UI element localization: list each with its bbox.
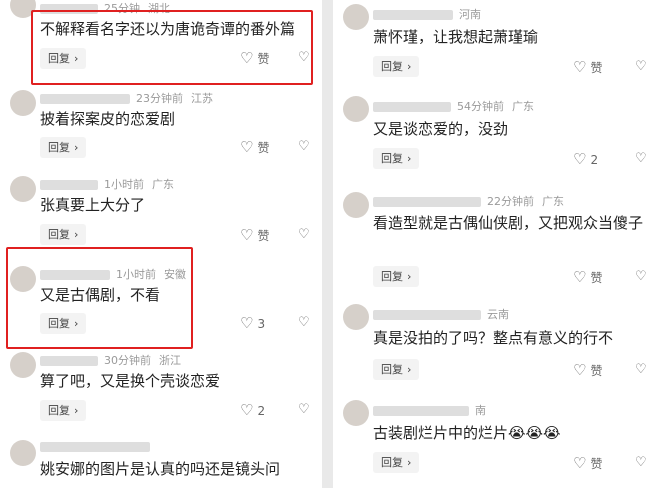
comment-meta: 云南 — [373, 306, 509, 321]
dislike-icon[interactable]: ♡ — [298, 402, 310, 418]
highlight-box — [31, 10, 313, 85]
comment-item: 河南 萧怀瑾，让我想起萧瑾瑜 回复 › ♡ 赞 ♡ — [333, 0, 660, 86]
reply-button[interactable]: 回复 › — [373, 148, 420, 169]
reply-button[interactable]: 回复 › — [40, 400, 87, 421]
heart-icon: ♡ — [573, 150, 587, 168]
avatar[interactable] — [10, 440, 36, 466]
comment-text: 萧怀瑾，让我想起萧瑾瑜 — [373, 28, 539, 46]
heart-icon: ♡ — [240, 226, 254, 244]
avatar[interactable] — [10, 176, 36, 202]
dislike-icon[interactable]: ♡ — [635, 362, 647, 378]
comment-item: 22分钟前 广东 看造型就是古偶仙侠剧，又把观众当傻子 回复 › ♡ 赞 ♡ — [333, 188, 660, 294]
heart-icon: ♡ — [240, 138, 254, 156]
dislike-icon[interactable]: ♡ — [635, 269, 647, 285]
reply-button[interactable]: 回复 › — [373, 452, 420, 473]
reply-button[interactable]: 回复 › — [40, 137, 87, 158]
heart-icon: ♡ — [573, 454, 587, 472]
comment-text: 真是没拍的了吗？整点有意义的行不 — [373, 329, 614, 347]
dislike-icon[interactable]: ♡ — [635, 455, 647, 471]
like-button[interactable]: ♡ 赞 — [240, 139, 269, 156]
reply-button[interactable]: 回复 › — [373, 359, 420, 380]
reply-button[interactable]: 回复 › — [373, 56, 420, 77]
avatar[interactable] — [10, 90, 36, 116]
dislike-icon[interactable]: ♡ — [298, 139, 310, 155]
like-button[interactable]: ♡ 赞 — [573, 362, 602, 379]
comment-item: 23分钟前 江苏 披着探案皮的恋爱剧 回复 › ♡ 赞 ♡ — [0, 86, 322, 168]
comment-item: 南 古装剧烂片中的烂片😭😭😭 回复 › ♡ 赞 ♡ — [333, 398, 660, 488]
comment-meta: 河南 — [373, 6, 481, 21]
reply-button[interactable]: 回复 › — [373, 266, 420, 287]
dislike-icon[interactable]: ♡ — [298, 227, 310, 243]
like-button[interactable]: ♡ 赞 — [573, 455, 602, 472]
comment-meta: 23分钟前 江苏 — [40, 90, 213, 105]
heart-icon: ♡ — [573, 58, 587, 76]
comment-text: 看造型就是古偶仙侠剧，又把观众当傻子 — [373, 214, 644, 232]
comment-item: 30分钟前 浙江 算了吧，又是换个壳谈恋爱 回复 › ♡ 2 ♡ — [0, 350, 322, 432]
reply-button[interactable]: 回复 › — [40, 224, 87, 245]
avatar[interactable] — [10, 352, 36, 378]
dislike-icon[interactable]: ♡ — [635, 59, 647, 75]
left-comment-column: 25分钟 湖北 不解释看名字还以为唐诡奇谭的番外篇 回复 › ♡ 赞 ♡ 23分钟前江… — [0, 0, 322, 488]
like-button[interactable]: ♡ 3 — [240, 315, 265, 332]
comment-meta: 54分钟前 广东 — [373, 98, 534, 113]
avatar[interactable] — [343, 400, 369, 426]
comment-meta: 南 — [373, 402, 486, 417]
comment-meta — [40, 440, 156, 454]
comment-item: 姚安娜的图片是认真的吗还是镜头问 — [0, 436, 322, 488]
like-button[interactable]: ♡ 2 — [240, 402, 265, 419]
avatar[interactable] — [343, 192, 369, 218]
comment-text: 姚安娜的图片是认真的吗还是镜头问 — [40, 460, 281, 478]
comment-meta: 30分钟前 浙江 — [40, 352, 181, 367]
comment-item: 1小时前 广东 张真要上大分了 回复 › ♡ 赞 ♡ — [0, 172, 322, 252]
avatar[interactable] — [343, 304, 369, 330]
avatar[interactable] — [343, 96, 369, 122]
comment-text: 张真要上大分了 — [40, 196, 146, 214]
column-divider — [322, 0, 333, 488]
heart-icon: ♡ — [573, 268, 587, 286]
heart-icon: ♡ — [240, 314, 254, 332]
comment-text: 古装剧烂片中的烂片😭😭😭 — [373, 424, 561, 442]
like-button[interactable]: ♡ 赞 — [573, 59, 602, 76]
highlight-box — [6, 247, 193, 349]
dislike-icon[interactable]: ♡ — [635, 151, 647, 167]
comment-item: 云南 真是没拍的了吗？整点有意义的行不 回复 › ♡ 赞 ♡ — [333, 302, 660, 390]
dislike-icon[interactable]: ♡ — [298, 315, 310, 331]
heart-icon: ♡ — [573, 361, 587, 379]
heart-icon: ♡ — [240, 401, 254, 419]
comment-text: 算了吧，又是换个壳谈恋爱 — [40, 372, 221, 390]
comment-item: 54分钟前 广东 又是谈恋爱的，没劲 回复 › ♡ 2 ♡ — [333, 92, 660, 182]
right-comment-column: 河南 萧怀瑾，让我想起萧瑾瑜 回复 › ♡ 赞 ♡ 54分钟前 广东 又是谈恋爱的，没… — [333, 0, 660, 488]
comment-meta: 1小时前 广东 — [40, 176, 174, 191]
comment-text: 披着探案皮的恋爱剧 — [40, 110, 176, 128]
like-button[interactable]: ♡ 赞 — [240, 227, 269, 244]
like-button[interactable]: ♡ 2 — [573, 151, 598, 168]
avatar[interactable] — [343, 4, 369, 30]
comment-meta: 22分钟前 广东 — [373, 193, 564, 208]
comment-text: 又是谈恋爱的，没劲 — [373, 120, 509, 138]
like-button[interactable]: ♡ 赞 — [573, 269, 602, 286]
